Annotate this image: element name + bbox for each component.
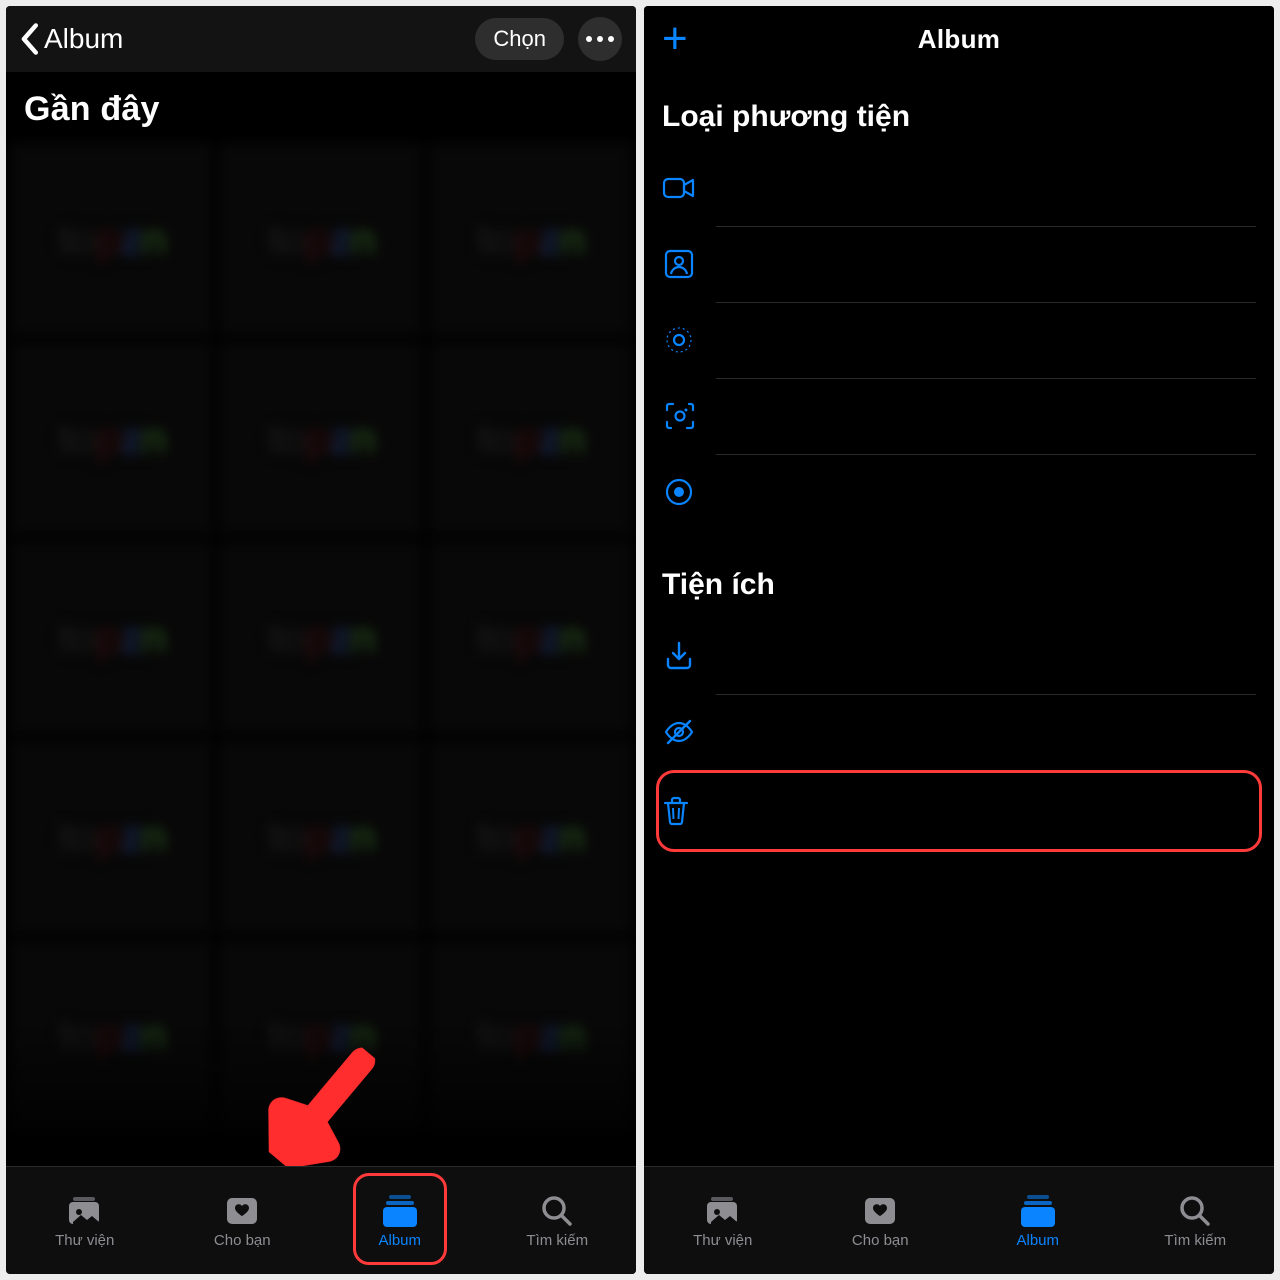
album-icon [380, 1192, 420, 1228]
page-title: Album [644, 24, 1274, 55]
tab-album[interactable]: Album [959, 1167, 1117, 1274]
add-button[interactable]: + [656, 17, 694, 61]
topbar: + Album [644, 6, 1274, 72]
library-icon [65, 1192, 105, 1228]
for-you-icon [222, 1192, 262, 1228]
screenshot-icon [662, 399, 716, 433]
photo-thumb[interactable]: topzn [429, 541, 632, 734]
tab-label: Album [378, 1232, 421, 1249]
photo-thumb[interactable]: topzn [219, 940, 422, 1133]
search-icon [1175, 1192, 1215, 1228]
phone-left: Album Chọn Gần đây topzn topzn topzn top… [6, 6, 636, 1274]
chevron-left-icon [18, 22, 40, 56]
photo-thumb[interactable]: topzn [10, 342, 213, 535]
photo-thumb[interactable]: topzn [429, 940, 632, 1133]
tab-label: Cho bạn [214, 1232, 271, 1249]
row-label: Bản ghi màn hình [716, 484, 841, 502]
video-icon [662, 171, 716, 205]
library-icon [703, 1192, 743, 1228]
hidden-icon [662, 715, 716, 749]
trash-icon [659, 794, 713, 828]
photo-thumb[interactable]: topzn [219, 541, 422, 734]
photo-thumb[interactable]: topzn [429, 143, 632, 336]
row-video[interactable]: Video [662, 150, 1256, 226]
screen-recording-icon [662, 475, 716, 509]
media-types-group: Video Ảnh selfie Live Photos Ảnh màn hìn… [662, 150, 1256, 530]
tab-label: Tìm kiếm [1164, 1232, 1226, 1249]
row-label: Ảnh màn hình [716, 408, 816, 426]
photo-thumb[interactable]: topzn [429, 740, 632, 933]
row-label: Bị ẩn [716, 724, 752, 742]
selfie-icon [662, 247, 716, 281]
album-list: Loại phương tiện Video Ảnh selfie Live P… [644, 72, 1274, 852]
section-media-types: Loại phương tiện [662, 72, 1256, 150]
tab-library[interactable]: Thư viện [6, 1167, 164, 1274]
phone-right: + Album Loại phương tiện Video Ảnh selfi… [644, 6, 1274, 1274]
row-label: Video [716, 179, 757, 197]
back-label: Album [44, 23, 123, 55]
for-you-icon [860, 1192, 900, 1228]
tab-label: Thư viện [693, 1232, 752, 1249]
row-label: Ảnh selfie [716, 256, 786, 274]
row-label: Nhập [716, 647, 754, 665]
row-screenshots[interactable]: Ảnh màn hình [662, 378, 1256, 454]
photo-grid: topzn topzn topzn topzn topzn topzn topz… [6, 143, 636, 1133]
tab-label: Cho bạn [852, 1232, 909, 1249]
photo-thumb[interactable]: topzn [10, 143, 213, 336]
photo-thumb[interactable]: topzn [219, 342, 422, 535]
more-button[interactable] [578, 17, 622, 61]
tab-search[interactable]: Tìm kiếm [479, 1167, 637, 1274]
row-screen-recordings[interactable]: Bản ghi màn hình [662, 454, 1256, 530]
row-import[interactable]: Nhập [662, 618, 1256, 694]
row-hidden[interactable]: Bị ẩn [662, 694, 1256, 770]
import-icon [662, 639, 716, 673]
album-title: Gần đây [6, 72, 636, 143]
tab-search[interactable]: Tìm kiếm [1117, 1167, 1275, 1274]
tab-label: Album [1016, 1232, 1059, 1249]
tabbar: Thư viện Cho bạn Album Tìm kiếm [6, 1166, 636, 1274]
photo-thumb[interactable]: topzn [219, 143, 422, 336]
tab-for-you[interactable]: Cho bạn [802, 1167, 960, 1274]
album-icon [1018, 1192, 1058, 1228]
photo-thumb[interactable]: topzn [10, 940, 213, 1133]
live-photos-icon [662, 323, 716, 357]
row-selfie[interactable]: Ảnh selfie [662, 226, 1256, 302]
row-live-photos[interactable]: Live Photos [662, 302, 1256, 378]
photo-thumb[interactable]: topzn [429, 342, 632, 535]
tabbar: Thư viện Cho bạn Album Tìm kiếm [644, 1166, 1274, 1274]
photo-thumb[interactable]: topzn [10, 740, 213, 933]
select-button[interactable]: Chọn [475, 18, 564, 60]
tab-label: Thư viện [55, 1232, 114, 1249]
search-icon [537, 1192, 577, 1228]
tab-album[interactable]: Album [321, 1167, 479, 1274]
row-label: Đã xóa gần đây [713, 802, 825, 820]
highlight-box: Đã xóa gần đây [656, 770, 1262, 852]
photo-thumb[interactable]: topzn [10, 541, 213, 734]
tab-for-you[interactable]: Cho bạn [164, 1167, 322, 1274]
row-recently-deleted[interactable]: Đã xóa gần đây [659, 773, 1251, 849]
back-button[interactable]: Album [18, 22, 123, 56]
section-utilities: Tiện ích [662, 530, 1256, 618]
row-label: Live Photos [716, 332, 800, 350]
tab-label: Tìm kiếm [526, 1232, 588, 1249]
photo-thumb[interactable]: topzn [219, 740, 422, 933]
topbar: Album Chọn [6, 6, 636, 72]
utilities-group: Nhập Bị ẩn Đã xóa gần đây [662, 618, 1256, 852]
tab-library[interactable]: Thư viện [644, 1167, 802, 1274]
